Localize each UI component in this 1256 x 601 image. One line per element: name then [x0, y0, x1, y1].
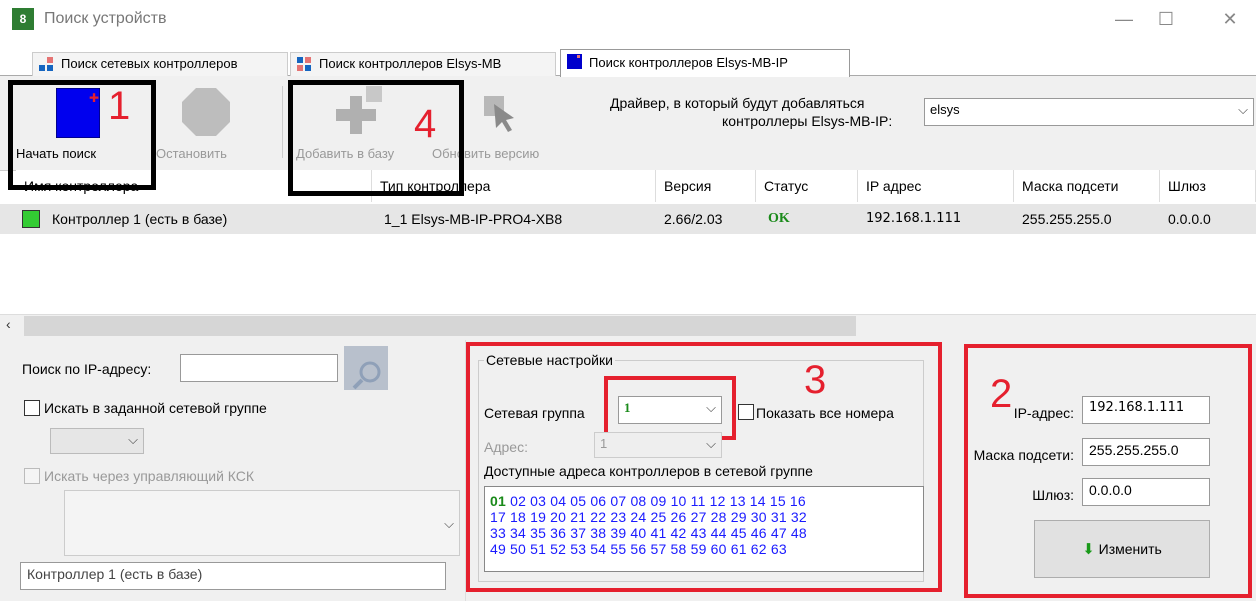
mb-ip-controllers-icon	[567, 54, 582, 69]
apply-button-label: Изменить	[1098, 541, 1162, 557]
ip-search-input[interactable]	[180, 354, 338, 382]
driver-label-line1: Драйвер, в который будут добавляться	[610, 95, 865, 111]
row-type: 1_1 Elsys-MB-IP-PRO4-XB8	[384, 211, 563, 227]
chevron-down-icon: ⌵	[444, 516, 454, 531]
row-version: 2.66/2.03	[664, 211, 723, 227]
available-addresses-label: Доступные адреса контроллеров в сетевой …	[484, 463, 813, 479]
stop-icon	[182, 88, 230, 136]
close-button[interactable]: ✕	[1210, 4, 1250, 34]
stop-button[interactable]: Остановить	[156, 146, 227, 162]
show-all-numbers-label: Показать все номера	[756, 405, 894, 421]
column-header-mask[interactable]: Маска подсети	[1014, 170, 1160, 202]
column-header-gateway[interactable]: Шлюз	[1160, 170, 1256, 202]
chevron-down-icon: ⌵	[706, 436, 716, 451]
subnet-mask-input[interactable]: 255.255.255.0	[1082, 438, 1210, 466]
chevron-down-icon: ⌵	[706, 400, 716, 415]
address-line: 49 50 51 52 53 54 55 56 57 58 59 60 61 6…	[490, 541, 787, 557]
device-search-window: 8 Поиск устройств — ☐ ✕ Поиск сетевых ко…	[0, 0, 1256, 601]
scroll-left-icon[interactable]: ‹	[6, 316, 11, 332]
search-via-ksk-checkbox[interactable]	[24, 468, 40, 484]
driver-label-line2: контроллеры Elsys-MB-IP:	[722, 113, 893, 129]
chevron-down-icon: ⌵	[128, 432, 138, 447]
status-indicator-icon	[22, 210, 40, 228]
annotation-number-4: 4	[414, 102, 437, 146]
address-line: 01 02 03 04 05 06 07 08 09 10 11 12 13 1…	[490, 493, 806, 509]
address-line: 17 18 19 20 21 22 23 24 25 26 27 28 29 3…	[490, 509, 807, 525]
group-select[interactable]: ⌵	[50, 428, 144, 454]
tab-mb-ip-controllers[interactable]: Поиск контроллеров Elsys-MB-IP	[560, 49, 850, 77]
annotation-box-1	[8, 80, 156, 190]
download-arrow-icon: ⬇	[1082, 541, 1095, 558]
column-header-ip[interactable]: IP адрес	[858, 170, 1014, 202]
show-all-numbers-checkbox[interactable]	[738, 404, 754, 420]
ip-search-button-icon[interactable]	[344, 346, 388, 390]
minimize-button[interactable]: —	[1104, 4, 1144, 34]
update-version-icon	[484, 96, 514, 132]
network-group-select[interactable]: 1 ⌵	[618, 396, 722, 424]
driver-select[interactable]: elsys ⌵	[924, 98, 1254, 126]
available-addresses-list[interactable]: 01 02 03 04 05 06 07 08 09 10 11 12 13 1…	[484, 486, 924, 572]
tab-label: Поиск контроллеров Elsys-MB-IP	[589, 55, 788, 70]
row-name: Контроллер 1 (есть в базе)	[52, 211, 228, 227]
address-value: 1	[600, 436, 608, 451]
network-group-value: 1	[624, 400, 631, 415]
tab-label: Поиск контроллеров Elsys-MB	[319, 56, 502, 71]
row-status: OK	[768, 211, 790, 226]
ip-address-label: IP-адрес:	[1013, 405, 1074, 421]
annotation-number-1: 1	[108, 84, 131, 128]
first-address: 01	[490, 493, 506, 509]
maximize-button[interactable]: ☐	[1146, 4, 1186, 34]
network-controllers-icon	[39, 57, 53, 71]
address-select[interactable]: 1 ⌵	[594, 432, 722, 458]
apply-button[interactable]: ⬇ Изменить	[1034, 520, 1210, 578]
column-header-version[interactable]: Версия	[656, 170, 756, 202]
tab-network-controllers[interactable]: Поиск сетевых контроллеров	[32, 52, 288, 76]
row-mask: 255.255.255.0	[1022, 211, 1112, 227]
title-bar	[0, 0, 1256, 44]
gateway-input[interactable]: 0.0.0.0	[1082, 478, 1210, 506]
network-group-label: Сетевая группа	[484, 405, 585, 421]
window-title: Поиск устройств	[44, 10, 167, 27]
network-settings-title: Сетевые настройки	[484, 351, 615, 369]
search-in-group-checkbox[interactable]	[24, 400, 40, 416]
search-in-group-label: Искать в заданной сетевой группе	[44, 400, 267, 416]
app-icon: 8	[12, 8, 34, 30]
driver-value: elsys	[930, 102, 960, 117]
ksk-select[interactable]: ⌵	[64, 490, 460, 556]
address-label: Адрес:	[484, 439, 528, 455]
search-via-ksk-label: Искать через управляющий КСК	[44, 468, 255, 484]
address-line: 33 34 35 36 37 38 39 40 41 42 43 44 45 4…	[490, 525, 807, 541]
tab-label: Поиск сетевых контроллеров	[61, 56, 238, 71]
chevron-down-icon: ⌵	[1238, 102, 1248, 117]
annotation-box-4	[288, 80, 464, 196]
column-header-status[interactable]: Статус	[756, 170, 858, 202]
toolbar-separator	[282, 86, 283, 158]
gateway-label: Шлюз:	[1032, 487, 1074, 503]
selected-controller-field[interactable]: Контроллер 1 (есть в базе)	[20, 562, 446, 590]
annotation-number-3: 3	[804, 358, 827, 402]
scrollbar-thumb[interactable]	[24, 316, 856, 336]
row-ip: 192.168.1.111	[866, 211, 962, 226]
row-gateway: 0.0.0.0	[1168, 211, 1211, 227]
ip-address-input[interactable]: 192.168.1.111	[1082, 396, 1210, 424]
ip-search-label: Поиск по IP-адресу:	[22, 361, 152, 377]
subnet-mask-label: Маска подсети:	[973, 447, 1074, 463]
mb-controllers-icon	[297, 57, 311, 71]
tab-mb-controllers[interactable]: Поиск контроллеров Elsys-MB	[290, 52, 556, 76]
